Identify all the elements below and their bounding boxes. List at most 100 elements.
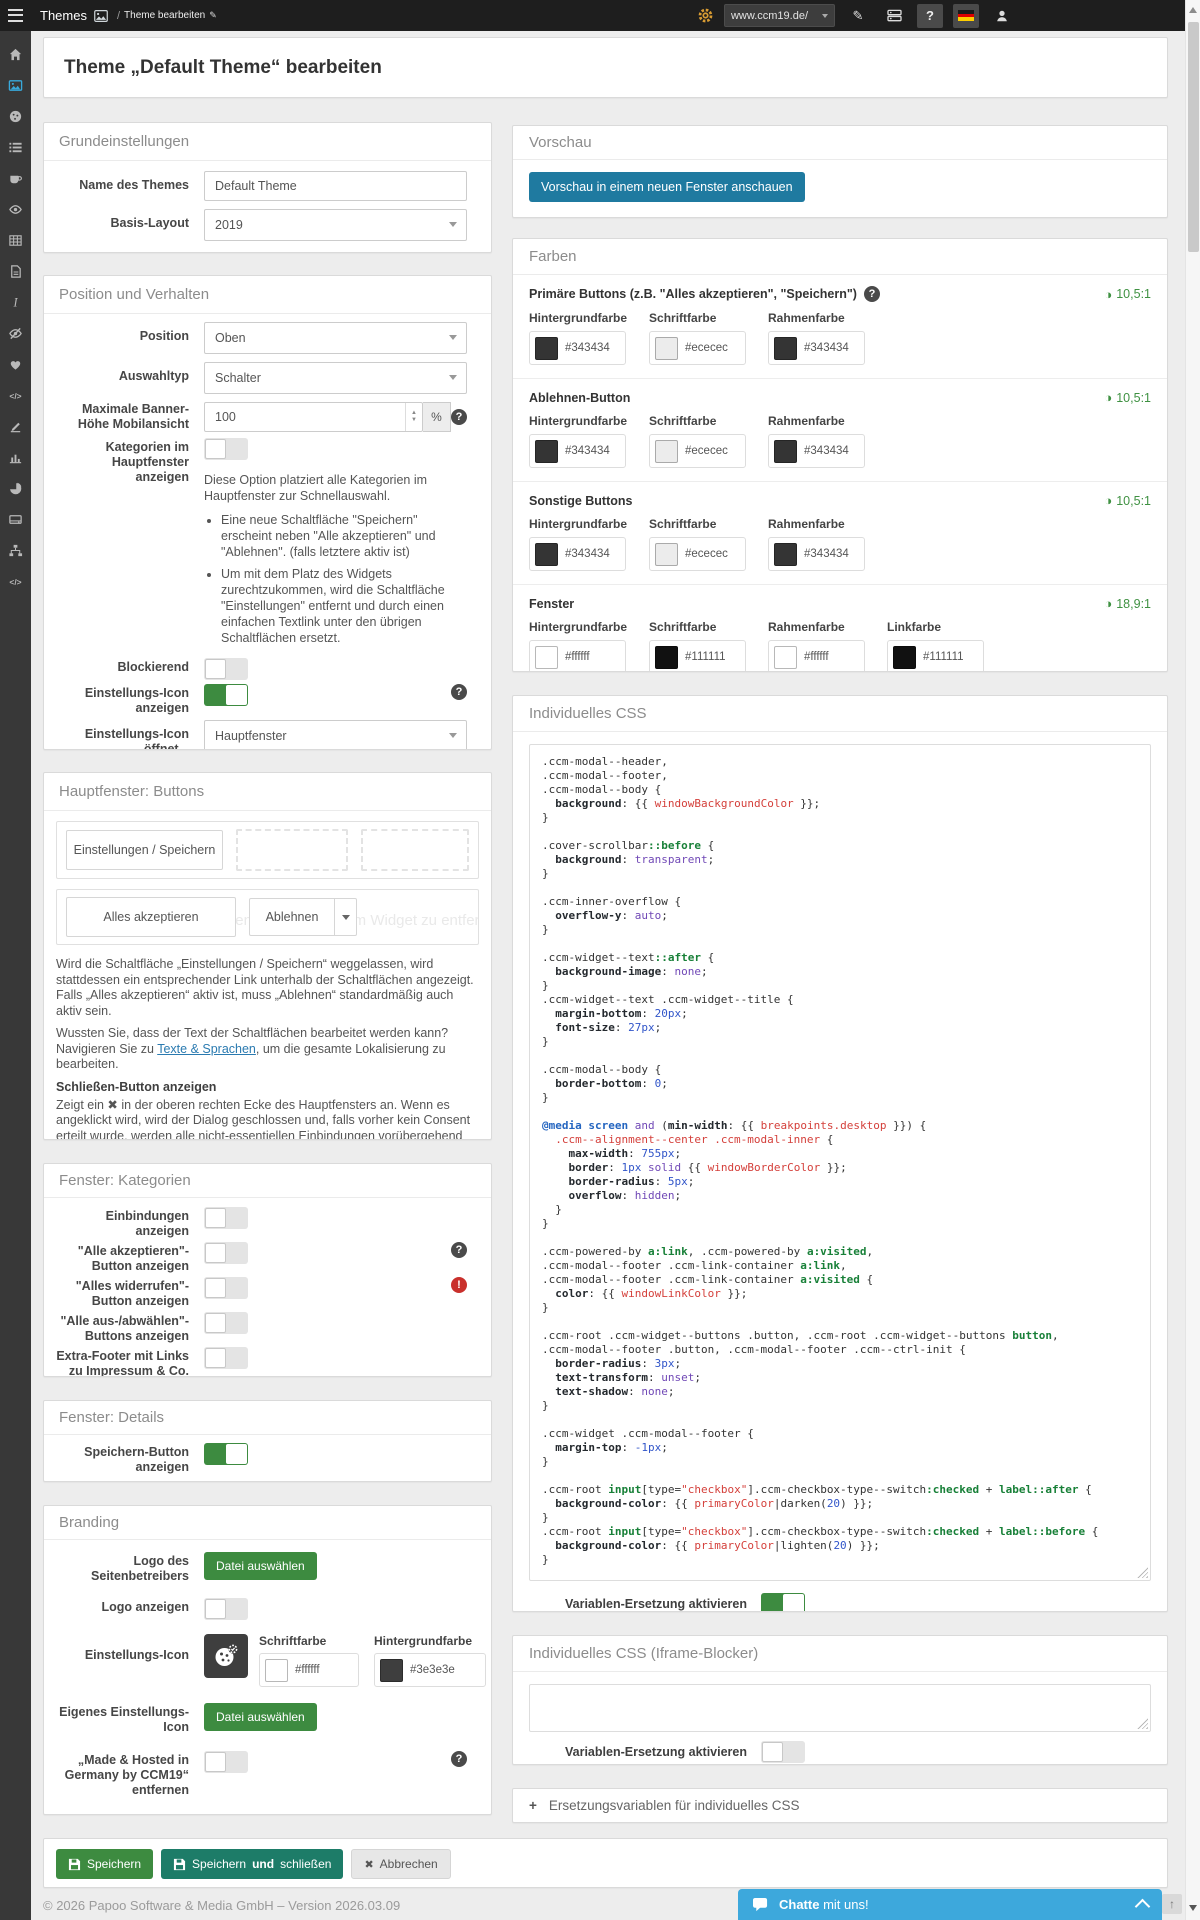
page-scrollbar[interactable] xyxy=(1185,0,1200,1920)
hintergrundfarbe-color-field[interactable]: #3e3e3e xyxy=(374,1653,486,1687)
scrollbar-thumb[interactable] xyxy=(1188,22,1199,252)
domain-select[interactable]: www.ccm19.de/ xyxy=(724,4,835,27)
color-field-label: Schriftfarbe xyxy=(649,620,746,634)
language-flag-button[interactable] xyxy=(953,4,979,28)
eigenes-icon-datei-auswaehlen-button[interactable]: Datei auswählen xyxy=(204,1703,317,1731)
sidebar-item-chart-bar[interactable] xyxy=(0,442,31,473)
sidebar-item-code[interactable]: </> xyxy=(0,566,31,597)
hamburger-menu-icon[interactable] xyxy=(0,0,31,31)
sidebar-item-heart[interactable] xyxy=(0,349,31,380)
kategorien-hauptfenster-toggle[interactable] xyxy=(204,438,248,460)
color-field[interactable]: #ffffff xyxy=(529,640,626,672)
sidebar-item-list[interactable] xyxy=(0,132,31,163)
buttons-hint: Wussten Sie, dass der Text der Schaltflä… xyxy=(56,1026,479,1073)
sidebar-item-eye[interactable] xyxy=(0,194,31,225)
color-field[interactable]: #ececec xyxy=(649,331,746,365)
sidebar-item-file[interactable] xyxy=(0,256,31,287)
help-button[interactable]: ? xyxy=(917,4,943,28)
cancel-button[interactable]: ✖ Abbrechen xyxy=(351,1849,450,1879)
color-hex-value: #ececec xyxy=(685,548,728,560)
chat-widget-bar[interactable]: Chatte mit uns! xyxy=(738,1889,1162,1920)
sidebar-item-sitemap[interactable] xyxy=(0,535,31,566)
sidebar-item-cookie[interactable] xyxy=(0,101,31,132)
user-icon[interactable] xyxy=(989,4,1015,28)
preview-ablehnen-split-button[interactable]: Ablehnen xyxy=(249,898,357,936)
schriftfarbe-color-field[interactable]: #ffffff xyxy=(259,1653,359,1687)
empty-button-slot[interactable] xyxy=(236,829,348,871)
breadcrumb-theme-bearbeiten[interactable]: Theme bearbeiten xyxy=(124,10,205,21)
sidebar-item-eye-slash[interactable] xyxy=(0,318,31,349)
vorschau-button[interactable]: Vorschau in einem neuen Fenster anschaue… xyxy=(529,172,805,202)
help-icon[interactable]: ? xyxy=(864,286,880,302)
speichern-button-anzeigen-toggle[interactable] xyxy=(204,1443,248,1465)
empty-button-slot[interactable] xyxy=(361,829,469,871)
help-icon[interactable]: ? xyxy=(451,1751,467,1767)
edit-pencil-icon[interactable]: ✎ xyxy=(845,4,871,28)
sidebar-item-drive[interactable] xyxy=(0,504,31,535)
sidebar-item-image-active[interactable] xyxy=(0,70,31,101)
color-field[interactable]: #343434 xyxy=(529,331,626,365)
einstellungs-icon-anzeigen-toggle[interactable] xyxy=(204,684,248,706)
kategorien-row-toggle[interactable] xyxy=(204,1312,248,1334)
texte-sprachen-link[interactable]: Texte & Sprachen xyxy=(157,1042,256,1056)
sidebar-item-chart-pie[interactable] xyxy=(0,473,31,504)
preview-alles-akzeptieren-button[interactable]: Alles akzeptieren xyxy=(66,897,236,937)
scrollbar-up-arrow[interactable] xyxy=(1189,7,1197,13)
color-field[interactable]: #343434 xyxy=(529,537,626,571)
kategorien-row-toggle[interactable] xyxy=(204,1207,248,1229)
made-hosted-entfernen-toggle[interactable] xyxy=(204,1751,248,1773)
save-button[interactable]: Speichern xyxy=(56,1849,153,1879)
color-field[interactable]: #ececec xyxy=(649,434,746,468)
color-field[interactable]: #111111 xyxy=(887,640,984,672)
sidebar-item-coffee[interactable] xyxy=(0,163,31,194)
caret-down-icon[interactable] xyxy=(335,898,357,936)
chart-bar-icon xyxy=(8,450,23,465)
color-field[interactable]: #343434 xyxy=(768,331,865,365)
banner-hoehe-input[interactable] xyxy=(204,402,423,432)
color-field[interactable]: #343434 xyxy=(529,434,626,468)
chevron-up-icon[interactable] xyxy=(1135,1899,1151,1915)
iframe-css-textarea[interactable] xyxy=(529,1684,1151,1732)
ersetzung-collapse-toggle[interactable]: + Ersetzungsvariablen für individuelles … xyxy=(513,1789,1167,1822)
css-code-editor[interactable]: .ccm-modal--header,.ccm-modal--footer,.c… xyxy=(529,744,1151,1581)
color-field[interactable]: #ffffff xyxy=(768,640,865,672)
color-field[interactable]: #111111 xyxy=(649,640,746,672)
logo-datei-auswaehlen-button[interactable]: Datei auswählen xyxy=(204,1552,317,1580)
breadcrumb-themes[interactable]: Themes xyxy=(40,8,87,23)
panel-title: Grundeinstellungen xyxy=(44,123,491,161)
server-list-icon[interactable] xyxy=(881,4,907,28)
scroll-to-top-button[interactable]: ↑ xyxy=(1162,1894,1182,1914)
save-and-close-button[interactable]: Speichern und schließen xyxy=(161,1849,343,1879)
basis-layout-select[interactable]: 2019 xyxy=(204,209,467,241)
color-field[interactable]: #343434 xyxy=(768,537,865,571)
help-icon[interactable]: ? xyxy=(451,1242,467,1258)
gear-icon[interactable] xyxy=(697,7,714,24)
number-spinner[interactable]: ▲▼ xyxy=(405,403,422,431)
variablen-ersetzung-toggle[interactable] xyxy=(761,1593,805,1612)
resize-handle[interactable] xyxy=(1137,1567,1148,1578)
variablen-ersetzung-label: Variablen-Ersetzung aktivieren xyxy=(565,1597,747,1611)
resize-handle[interactable] xyxy=(1137,1718,1148,1729)
action-bar: Speichern Speichern und schließen ✖ Abbr… xyxy=(43,1838,1168,1888)
einstellungs-icon-oeffnet-select[interactable]: Hauptfenster xyxy=(204,720,467,750)
kategorien-row-toggle[interactable] xyxy=(204,1347,248,1369)
sidebar-item-edit[interactable] xyxy=(0,411,31,442)
sidebar-item-italic[interactable]: I xyxy=(0,287,31,318)
help-icon[interactable]: ? xyxy=(451,684,467,700)
help-icon[interactable]: ? xyxy=(451,409,467,425)
blockierend-toggle[interactable] xyxy=(204,658,248,680)
kategorien-row-toggle[interactable] xyxy=(204,1242,248,1264)
sidebar-item-home[interactable] xyxy=(0,39,31,70)
auswahltyp-select[interactable]: Schalter xyxy=(204,362,467,394)
position-select[interactable]: Oben xyxy=(204,322,467,354)
sidebar-item-table[interactable] xyxy=(0,225,31,256)
color-field[interactable]: #343434 xyxy=(768,434,865,468)
preview-einstellungen-speichern-button[interactable]: Einstellungen / Speichern xyxy=(66,830,223,870)
logo-anzeigen-toggle[interactable] xyxy=(204,1598,248,1620)
theme-name-input[interactable] xyxy=(204,171,467,201)
variablen-ersetzung-iframe-toggle[interactable] xyxy=(761,1741,805,1763)
kategorien-row-toggle[interactable] xyxy=(204,1277,248,1299)
color-field[interactable]: #ececec xyxy=(649,537,746,571)
sidebar-item-code[interactable]: </> xyxy=(0,380,31,411)
scrollbar-down-arrow[interactable] xyxy=(1189,1905,1197,1911)
